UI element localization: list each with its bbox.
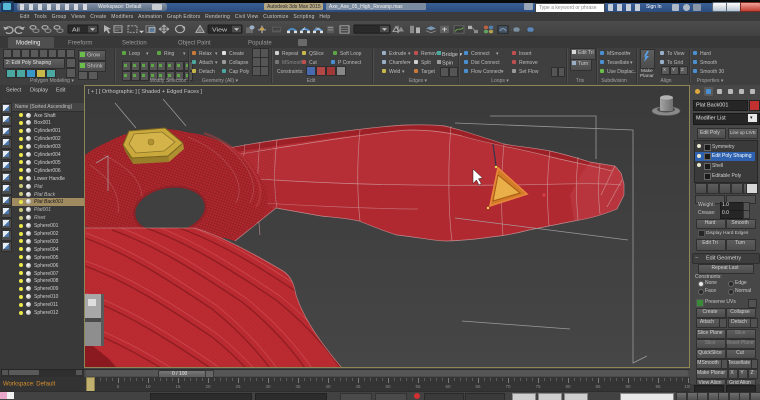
svg-text:[ + ] [ Orthographic ] [ Shade: [ + ] [ Orthographic ] [ Shaded + Edged … (88, 89, 203, 95)
svg-text:All: All (72, 27, 80, 33)
svg-text:∠: ∠ (302, 26, 306, 30)
svg-text:View: View (212, 27, 227, 33)
svg-text:%: % (316, 27, 321, 32)
